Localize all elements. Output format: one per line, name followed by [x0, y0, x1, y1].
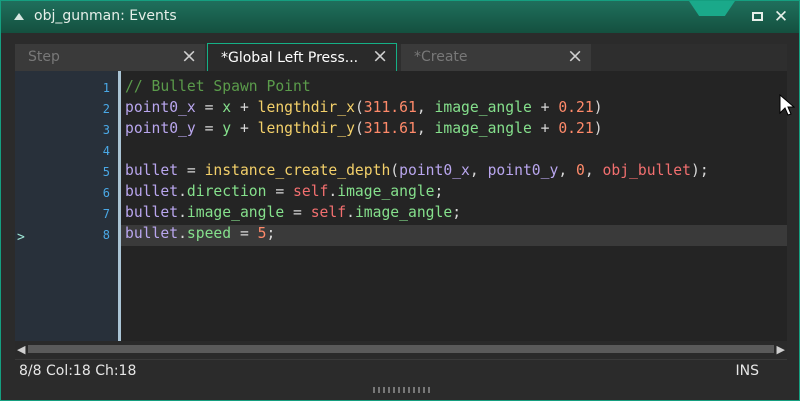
line-number: 2: [102, 102, 110, 116]
resize-grip-icon[interactable]: [373, 387, 431, 393]
line-number: 8: [102, 228, 110, 242]
line-number: 1: [102, 81, 110, 95]
title-notch: [689, 1, 735, 16]
scroll-right-icon[interactable]: ▶: [777, 343, 785, 356]
line-number: 3: [102, 123, 110, 137]
title-bar[interactable]: obj_gunman: Events ✕: [1, 1, 799, 33]
scroll-left-icon[interactable]: ◀: [17, 343, 25, 356]
tab-create[interactable]: *Create ×: [401, 44, 591, 71]
cursor-position: 8/8 Col:18 Ch:18: [19, 363, 137, 379]
line-number: 6: [102, 186, 110, 200]
line-number-gutter: 1 2 3 4 5 6 7 8 >: [15, 71, 118, 341]
tab-label: *Create: [414, 49, 468, 65]
line-number: 7: [102, 207, 110, 221]
code-line: bullet.image_angle = self.image_angle;: [125, 204, 462, 221]
window-title: obj_gunman: Events: [34, 8, 177, 24]
code-area[interactable]: // Bullet Spawn Point point0_x = x + len…: [121, 71, 787, 341]
collapse-icon[interactable]: [14, 13, 24, 20]
status-bar: 8/8 Col:18 Ch:18 INS: [15, 359, 787, 384]
events-window: obj_gunman: Events ✕ Step × *Global Left…: [0, 0, 800, 401]
line-number: 4: [102, 144, 110, 158]
close-icon: ✕: [773, 7, 789, 27]
tab-label: Step: [28, 49, 60, 65]
code-line: bullet = instance_create_depth(point0_x,…: [125, 162, 709, 179]
tab-step[interactable]: Step ×: [15, 44, 205, 71]
current-line-arrow-icon: >: [17, 230, 25, 245]
code-line: // Bullet Spawn Point: [125, 78, 311, 95]
code-line: point0_y = y + lengthdir_y(311.61, image…: [125, 120, 603, 137]
tab-label: *Global Left Press...: [221, 50, 359, 66]
close-tab-icon[interactable]: ×: [181, 45, 197, 67]
code-line: bullet.speed = 5;: [125, 225, 276, 242]
close-tab-icon[interactable]: ×: [567, 45, 583, 67]
maximize-icon: [752, 12, 763, 21]
close-button[interactable]: ✕: [772, 7, 790, 27]
tab-bar: Step × *Global Left Press... × *Create ×: [15, 43, 787, 71]
code-line: point0_x = x + lengthdir_x(311.61, image…: [125, 99, 603, 116]
horizontal-scrollbar[interactable]: ◀ ▶: [15, 341, 787, 357]
code-line: bullet.direction = self.image_angle;: [125, 183, 444, 200]
maximize-button[interactable]: [749, 9, 767, 25]
tab-global-left-press[interactable]: *Global Left Press... ×: [207, 43, 397, 71]
line-number: 5: [102, 165, 110, 179]
scroll-thumb[interactable]: [28, 345, 774, 353]
code-editor[interactable]: 1 2 3 4 5 6 7 8 > // Bullet Spawn Point …: [15, 71, 787, 341]
close-tab-icon[interactable]: ×: [372, 45, 388, 67]
insert-mode: INS: [735, 363, 760, 379]
